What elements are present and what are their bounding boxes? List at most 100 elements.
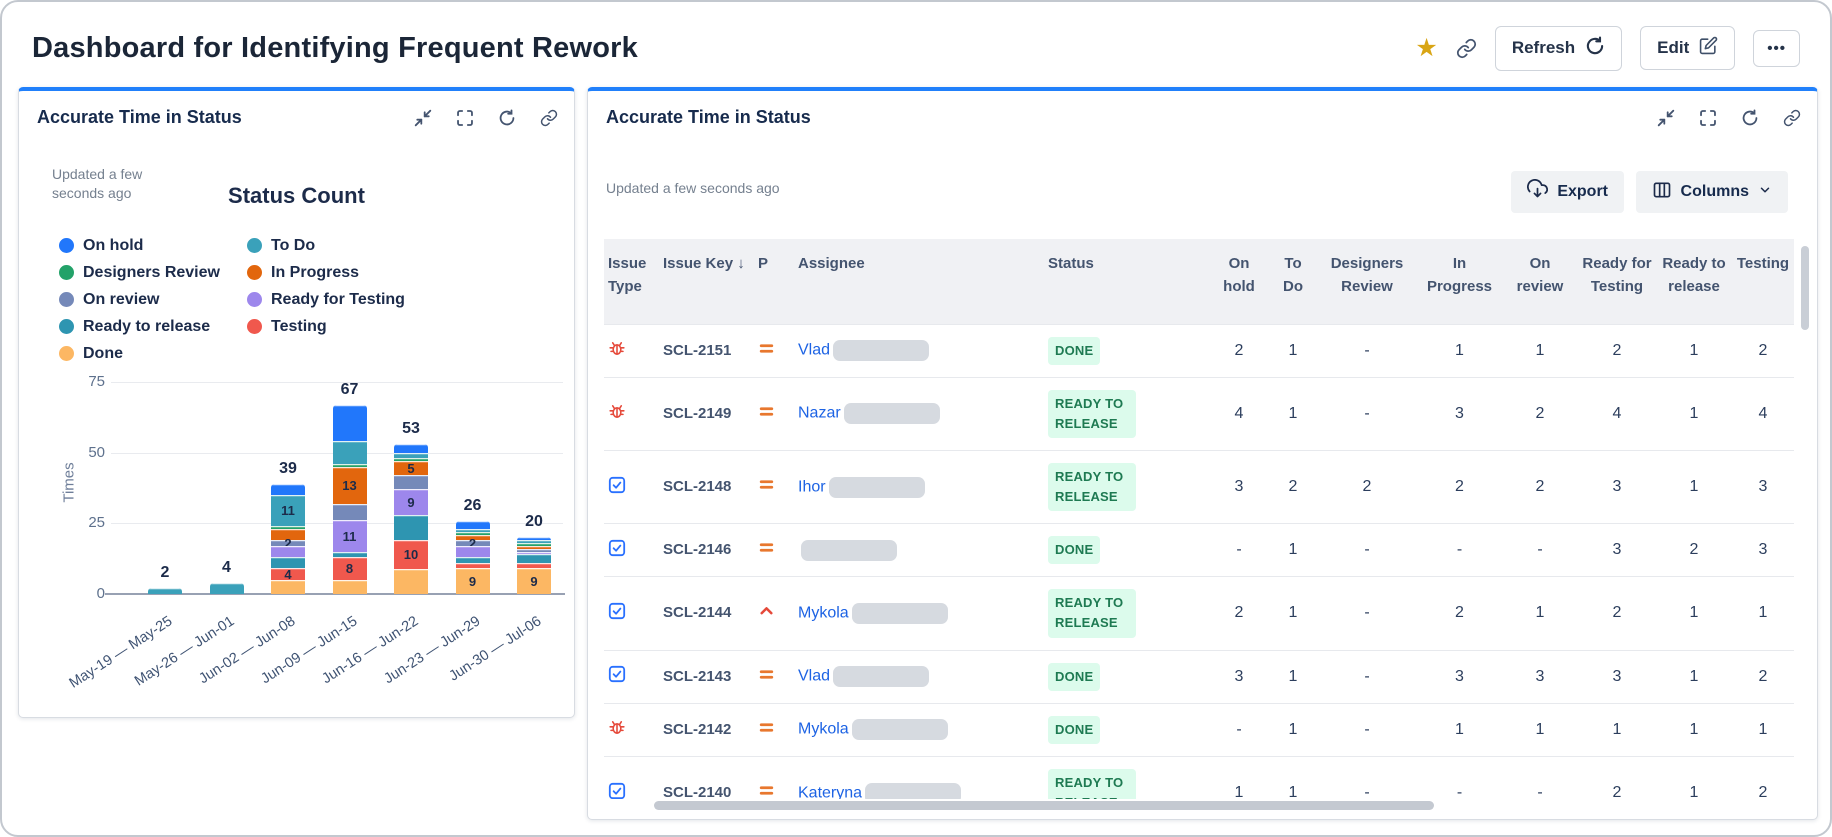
assignee-link[interactable]: Mykola [798, 721, 849, 738]
columns-button[interactable]: Columns [1635, 171, 1788, 213]
task-icon [608, 782, 626, 799]
legend-item[interactable]: Designers Review [59, 264, 247, 282]
export-button[interactable]: Export [1511, 171, 1624, 213]
table-widget-title: Accurate Time in Status [606, 107, 811, 127]
bar-segment [148, 588, 182, 594]
status-count-cell: 1 [1269, 376, 1317, 451]
status-count-cell: 1 [1732, 576, 1794, 651]
column-header-ready-to-release[interactable]: Ready to release [1656, 239, 1732, 324]
refresh-button-label: Refresh [1511, 38, 1576, 57]
legend-item[interactable]: On review [59, 291, 247, 309]
legend-label: Ready for Testing [271, 290, 405, 308]
legend-item[interactable]: Testing [247, 318, 405, 336]
status-table: Issue Type Issue Key ↓ P Assignee Status On h… [604, 239, 1794, 799]
column-header-issue-key[interactable]: Issue Key ↓ [659, 239, 754, 324]
share-link-icon[interactable] [1456, 38, 1477, 59]
column-header-on-hold[interactable]: On hold [1209, 239, 1269, 324]
chart-legend: On hold Designers Review On review Ready to… [59, 232, 405, 367]
bar-segment [271, 545, 305, 558]
legend-item[interactable]: To Do [247, 237, 405, 255]
legend-item[interactable]: Done [59, 345, 247, 363]
bug-icon [608, 721, 626, 740]
redacted-name-blob [833, 340, 930, 362]
task-icon [608, 666, 626, 687]
refresh-button[interactable]: Refresh [1494, 25, 1623, 71]
bar-segment-label: 9 [407, 494, 415, 510]
issue-key: SCL-2144 [663, 604, 732, 622]
issue-key: SCL-2143 [663, 667, 732, 685]
column-header-p[interactable]: P [754, 239, 794, 324]
legend-item[interactable]: In Progress [247, 264, 405, 282]
edit-button[interactable]: Edit [1640, 26, 1736, 70]
status-count-cell: 2 [1656, 523, 1732, 577]
priority-cell [754, 376, 794, 451]
column-header-issue-type[interactable]: Issue Type [604, 239, 659, 324]
status-count-cell: - [1317, 576, 1417, 651]
status-count-cell: 2 [1502, 376, 1578, 451]
legend-swatch [247, 265, 262, 280]
column-header-ready-for-testing[interactable]: Ready for Testing [1578, 239, 1656, 324]
table-row: SCL-2151 Vlad DONE 2 1-1 1 2 1 2 [604, 323, 1794, 378]
vertical-scrollbar[interactable] [1801, 246, 1809, 330]
favorite-star-icon[interactable]: ★ [1415, 35, 1437, 61]
expand-icon[interactable] [456, 109, 474, 127]
legend-item[interactable]: Ready for Testing [247, 291, 405, 309]
status-count-cell: - [1209, 702, 1269, 757]
status-count-cell: 1 [1269, 649, 1317, 704]
column-header-assignee[interactable]: Assignee [794, 239, 1044, 324]
legend-label: In Progress [271, 263, 360, 281]
column-header-label: Status [1048, 255, 1094, 272]
column-header-label: Testing [1736, 255, 1790, 272]
column-header-testing[interactable]: Testing [1732, 239, 1794, 324]
bar-total-label: 53 [402, 420, 420, 438]
refresh-widget-icon[interactable] [498, 108, 516, 127]
table-widget-panel: Accurate Time in Status Updated a few se… [587, 87, 1818, 820]
bar-segment [394, 475, 428, 490]
more-actions-button[interactable]: ••• [1753, 29, 1800, 67]
assignee-link[interactable]: Vlad [798, 668, 830, 685]
horizontal-scrollbar[interactable] [654, 801, 1434, 810]
status-count-cell: - [1317, 523, 1417, 577]
y-tick-label: 75 [88, 373, 105, 390]
bar-segment: 11 [332, 520, 367, 552]
column-header-label: Assignee [798, 255, 865, 272]
link-widget-icon[interactable] [1783, 109, 1801, 127]
bar-segment-label: 9 [530, 573, 538, 589]
bar-total-label: 20 [525, 513, 543, 531]
column-header-designers-review[interactable]: Designers Review [1317, 239, 1417, 324]
assignee-link[interactable]: Kateryna [798, 784, 862, 799]
column-header-on-review[interactable]: On review [1502, 239, 1578, 324]
link-widget-icon[interactable] [540, 109, 558, 127]
bug-icon [608, 405, 626, 424]
bar-stack: 9 [517, 537, 551, 594]
legend-label: Designers Review [83, 263, 220, 281]
task-icon [608, 476, 626, 498]
collapse-icon[interactable] [414, 109, 432, 127]
bar-segment-label: 9 [468, 573, 477, 589]
status-count-cell: 1 [1269, 523, 1317, 577]
assignee-link[interactable]: Ihor [798, 478, 826, 495]
status-count-cell: 1 [1502, 323, 1578, 378]
column-header-status[interactable]: Status [1044, 239, 1209, 324]
collapse-icon[interactable] [1657, 109, 1675, 127]
bar-segment [394, 568, 428, 594]
status-cell: READY TO RELEASE [1044, 755, 1209, 799]
assignee-link[interactable]: Vlad [798, 342, 830, 359]
bar-stack: 29 [455, 520, 490, 594]
status-count-cell: 3 [1578, 649, 1656, 704]
priority-cell [754, 649, 794, 704]
assignee-link[interactable]: Nazar [798, 405, 841, 422]
column-header-in-progress[interactable]: In Progress [1417, 239, 1502, 324]
assignee-link[interactable]: Mykola [798, 605, 849, 622]
refresh-widget-icon[interactable] [1741, 108, 1759, 127]
legend-swatch [59, 292, 74, 307]
bar-segment [394, 444, 428, 453]
sort-desc-icon: ↓ [733, 255, 745, 272]
table-row: SCL-2142 Mykola DONE -1-1 1 1 1 1 [604, 702, 1794, 757]
expand-icon[interactable] [1699, 109, 1717, 127]
status-badge: READY TO RELEASE [1048, 589, 1136, 638]
priority-cell [754, 449, 794, 524]
column-header-to-do[interactable]: To Do [1269, 239, 1317, 324]
legend-item[interactable]: Ready to release [59, 318, 247, 336]
legend-item[interactable]: On hold [59, 237, 247, 255]
